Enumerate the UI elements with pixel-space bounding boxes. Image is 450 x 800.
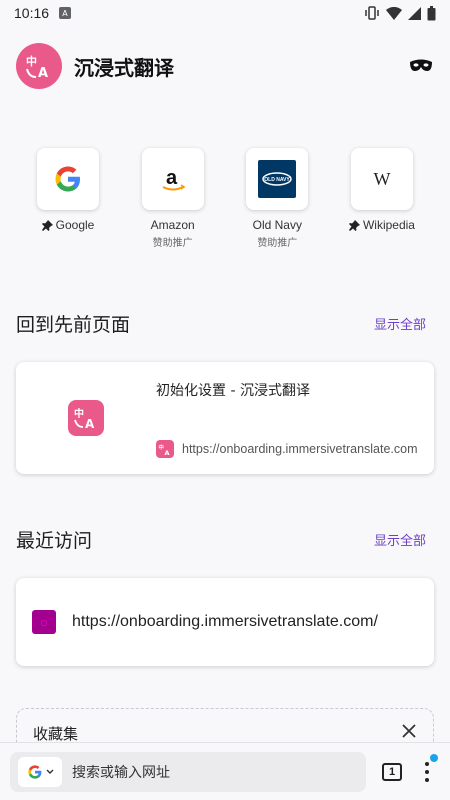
top-sites: Google a Amazon 赞助推广 OLD NAVY Old Navy 赞… <box>16 148 434 249</box>
google-logo-icon <box>27 764 41 779</box>
menu-dot <box>425 761 429 766</box>
shortcut-name: Wikipedia <box>362 218 415 232</box>
shortcut-name: Old Navy <box>252 218 302 232</box>
shortcut-name: Google <box>55 218 95 232</box>
pin-icon <box>41 219 53 231</box>
shortcut-old-navy[interactable]: OLD NAVY Old Navy 赞助推广 <box>225 148 329 249</box>
shortcut-tile[interactable]: a <box>141 148 204 210</box>
sponsored-label: 赞助推广 <box>257 238 298 249</box>
bottom-toolbar: 搜索或输入网址 1 <box>0 742 450 800</box>
svg-text:中: 中 <box>26 54 37 68</box>
site-favicon-icon: 中A <box>156 440 174 458</box>
recently-visited-item[interactable]: ○ https://onboarding.immersivetranslate.… <box>16 578 434 666</box>
recent-page-url: https://onboarding.immersivetranslate.co… <box>182 442 418 456</box>
search-input[interactable]: 搜索或输入网址 <box>72 762 170 782</box>
svg-text:OLD NAVY: OLD NAVY <box>265 177 291 183</box>
amazon-logo-icon: a <box>162 167 186 191</box>
tab-counter-button[interactable]: 1 <box>382 762 402 781</box>
recent-page-card[interactable]: 中A 初始化设置 - 沉浸式翻译 中A https://onboarding.i… <box>16 362 434 474</box>
shortcut-label: Amazon <box>151 218 195 232</box>
search-engine-selector[interactable] <box>18 756 62 787</box>
address-bar[interactable]: 搜索或输入网址 <box>10 751 366 792</box>
recent-page-url-row: 中A https://onboarding.immersivetranslate… <box>156 440 418 458</box>
shortcut-tile[interactable]: OLD NAVY <box>246 148 309 210</box>
close-icon[interactable] <box>401 723 417 739</box>
signal-icon <box>408 6 421 20</box>
recently-visited-show-all-link[interactable]: 显示全部 <box>374 530 426 549</box>
svg-text:A: A <box>164 448 169 455</box>
shortcut-label: Old Navy <box>253 218 302 232</box>
page-thumbnail: 中A <box>68 400 104 436</box>
shortcut-label: Google <box>41 218 95 232</box>
pin-icon <box>348 219 360 231</box>
recently-visited-header: 最近访问 显示全部 <box>16 526 426 553</box>
shortcut-tile[interactable] <box>37 148 99 210</box>
more-vert-icon[interactable] <box>422 753 438 784</box>
visited-url: https://onboarding.immersivetranslate.co… <box>72 613 378 630</box>
battery-icon <box>427 5 436 20</box>
collections-title: 收藏集 <box>33 725 79 743</box>
private-mode-mask-icon[interactable] <box>408 57 434 75</box>
recent-pages-header: 回到先前页面 显示全部 <box>16 310 426 337</box>
sponsored-label: 赞助推广 <box>152 238 193 249</box>
wikipedia-logo-icon: W <box>373 169 390 189</box>
status-bar: 10:16 A <box>0 0 450 26</box>
old-navy-logo-icon: OLD NAVY <box>258 160 297 198</box>
notification-dot <box>430 753 438 762</box>
shortcut-tile[interactable]: W <box>350 148 413 210</box>
immersive-translate-logo-icon: 中A <box>74 407 95 430</box>
google-logo-icon <box>55 166 80 192</box>
shortcut-label: Wikipedia <box>348 218 415 232</box>
vibrate-icon <box>365 6 379 20</box>
shortcut-amazon[interactable]: a Amazon 赞助推广 <box>121 148 225 249</box>
shortcut-google[interactable]: Google <box>16 148 120 249</box>
svg-text:中: 中 <box>74 407 84 420</box>
chevron-down-icon <box>46 769 53 774</box>
svg-text:A: A <box>85 417 95 430</box>
menu-dot <box>425 769 429 774</box>
recent-pages-show-all-link[interactable]: 显示全部 <box>374 314 426 333</box>
recent-pages-title: 回到先前页面 <box>16 314 131 336</box>
site-favicon-icon: ○ <box>32 610 56 634</box>
shortcut-wikipedia[interactable]: W Wikipedia <box>330 148 434 249</box>
svg-text:a: a <box>166 167 178 189</box>
sim-icon: A <box>59 7 72 19</box>
menu-dot <box>425 777 429 782</box>
svg-text:W: W <box>373 169 390 189</box>
recent-page-title: 初始化设置 - 沉浸式翻译 <box>156 383 310 399</box>
status-icons <box>364 5 436 21</box>
immersive-translate-logo-icon[interactable]: 中A <box>16 43 62 89</box>
home-header: 中A 沉浸式翻译 <box>16 42 434 90</box>
recently-visited-title: 最近访问 <box>16 530 93 552</box>
svg-text:中: 中 <box>159 443 164 451</box>
status-time: 10:16 <box>14 5 50 21</box>
wifi-icon <box>386 6 402 20</box>
shortcut-name: Amazon <box>150 218 195 232</box>
app-title: 沉浸式翻译 <box>74 55 174 80</box>
svg-text:A: A <box>38 66 48 80</box>
